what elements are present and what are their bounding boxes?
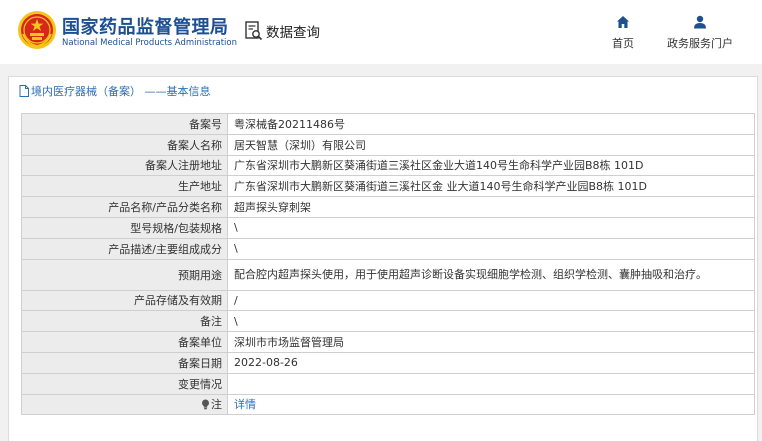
- field-label: 产品描述/主要组成成分: [21, 237, 228, 260]
- record-table: 备案号 粤深械备20211486号 备案人名称 居天智慧（深圳）有限公司 备案人…: [21, 113, 755, 416]
- field-label: 产品名称/产品分类名称: [21, 196, 228, 218]
- field-value-filer-name: 居天智慧（深圳）有限公司: [227, 133, 755, 156]
- field-value-filing-no: 粤深械备20211486号: [227, 113, 755, 135]
- table-row: 备注 \: [21, 310, 755, 333]
- note-value-cell: 详情: [227, 393, 755, 416]
- table-row: 备案号 粤深械备20211486号: [21, 113, 755, 135]
- site-header: 国家药品监督管理局 National Medical Products Admi…: [0, 0, 762, 64]
- field-label: 变更情况: [21, 372, 228, 395]
- table-row: 产品描述/主要组成成分 \: [21, 237, 755, 260]
- field-label: 备案日期: [21, 351, 228, 374]
- nav-service-portal[interactable]: 政务服务门户: [660, 15, 740, 51]
- field-label: 产品存储及有效期: [21, 289, 228, 312]
- field-label: 备案号: [21, 113, 228, 135]
- field-value-model: \: [227, 216, 755, 239]
- data-query-icon: [245, 21, 263, 41]
- field-label: 生产地址: [21, 175, 228, 198]
- field-value-changes: [227, 372, 755, 395]
- user-icon: [694, 15, 706, 29]
- national-emblem-icon: [18, 11, 56, 49]
- table-row: 备案人注册地址 广东省深圳市大鹏新区葵涌街道三溪社区金业大道140号生命科学产业…: [21, 154, 755, 177]
- note-label-cell: 注: [21, 393, 228, 416]
- table-row: 变更情况: [21, 372, 755, 395]
- panel-title: 境内医疗器械（备案） ——基本信息: [31, 85, 211, 98]
- info-panel: 境内医疗器械（备案） ——基本信息 备案号 粤深械备20211486号 备案人名…: [8, 76, 758, 441]
- brand-subtitle: National Medical Products Administration: [62, 38, 237, 48]
- table-row: 型号规格/包装规格 \: [21, 216, 755, 239]
- field-value-intended-use: 配合腔内超声探头使用，用于使用超声诊断设备实现细胞学检测、组织学检测、囊肿抽吸和…: [227, 258, 755, 291]
- lightbulb-icon: [202, 399, 209, 410]
- table-row: 备案日期 2022-08-26: [21, 351, 755, 374]
- table-row: 生产地址 广东省深圳市大鹏新区葵涌街道三溪社区金 业大道140号生命科学产业园B…: [21, 175, 755, 198]
- note-label: 注: [211, 398, 222, 412]
- field-value-storage: /: [227, 289, 755, 312]
- field-label: 备注: [21, 310, 228, 333]
- field-value-remarks: \: [227, 310, 755, 333]
- field-label: 预期用途: [21, 258, 228, 291]
- data-query-label: 数据查询: [266, 25, 320, 41]
- table-row: 产品名称/产品分类名称 超声探头穿刺架: [21, 196, 755, 218]
- field-value-filer-address: 广东省深圳市大鹏新区葵涌街道三溪社区金业大道140号生命科学产业园B8栋 101…: [227, 154, 755, 177]
- document-icon: [19, 85, 29, 97]
- table-row: 注 详情: [21, 393, 755, 416]
- field-label: 备案人名称: [21, 133, 228, 156]
- field-label: 型号规格/包装规格: [21, 216, 228, 239]
- field-value-production-address: 广东省深圳市大鹏新区葵涌街道三溪社区金 业大道140号生命科学产业园B8栋 10…: [227, 175, 755, 198]
- nav-service-portal-label: 政务服务门户: [667, 37, 733, 50]
- data-query-link[interactable]: 数据查询: [245, 20, 320, 42]
- home-icon: [617, 16, 629, 28]
- field-label: 备案人注册地址: [21, 154, 228, 177]
- brand-title: 国家药品监督管理局: [62, 17, 229, 38]
- nav-home[interactable]: 首页: [604, 15, 642, 51]
- details-link[interactable]: 详情: [234, 398, 256, 411]
- note-label-wrap: 注: [201, 396, 222, 412]
- field-value-description: \: [227, 237, 755, 260]
- table-row: 备案人名称 居天智慧（深圳）有限公司: [21, 133, 755, 156]
- field-label: 备案单位: [21, 331, 228, 353]
- field-value-filing-unit: 深圳市市场监督管理局: [227, 331, 755, 353]
- field-value-filing-date: 2022-08-26: [227, 351, 755, 374]
- table-row: 产品存储及有效期 /: [21, 289, 755, 312]
- nav-home-label: 首页: [612, 37, 634, 50]
- table-row: 预期用途 配合腔内超声探头使用，用于使用超声诊断设备实现细胞学检测、组织学检测、…: [21, 258, 755, 291]
- table-row: 备案单位 深圳市市场监督管理局: [21, 331, 755, 353]
- panel-header: 境内医疗器械（备案） ——基本信息: [9, 77, 757, 105]
- field-value-product-name: 超声探头穿刺架: [227, 196, 755, 218]
